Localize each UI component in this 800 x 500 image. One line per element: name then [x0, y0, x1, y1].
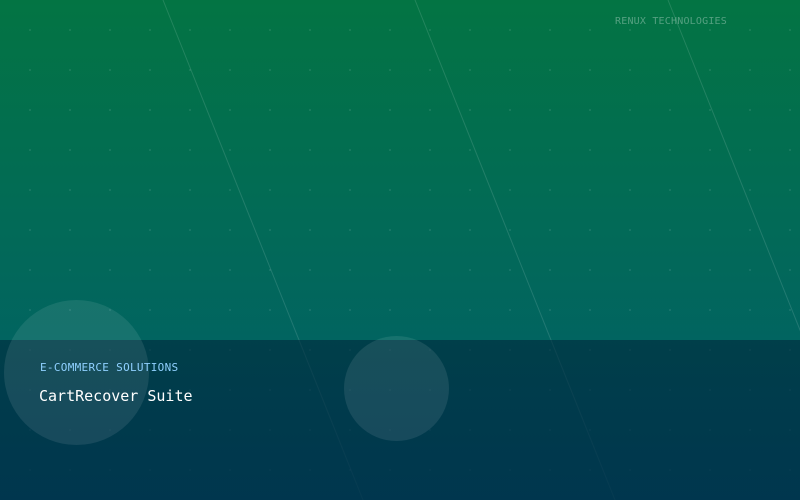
- product-title: CartRecover Suite: [39, 387, 193, 405]
- hero-banner: RENUX TECHNOLOGIES E-COMMERCE SOLUTIONS …: [0, 0, 800, 500]
- company-name: RENUX TECHNOLOGIES: [615, 16, 727, 27]
- category-label: E-COMMERCE SOLUTIONS: [40, 361, 179, 374]
- decorative-circle-center: [344, 336, 449, 441]
